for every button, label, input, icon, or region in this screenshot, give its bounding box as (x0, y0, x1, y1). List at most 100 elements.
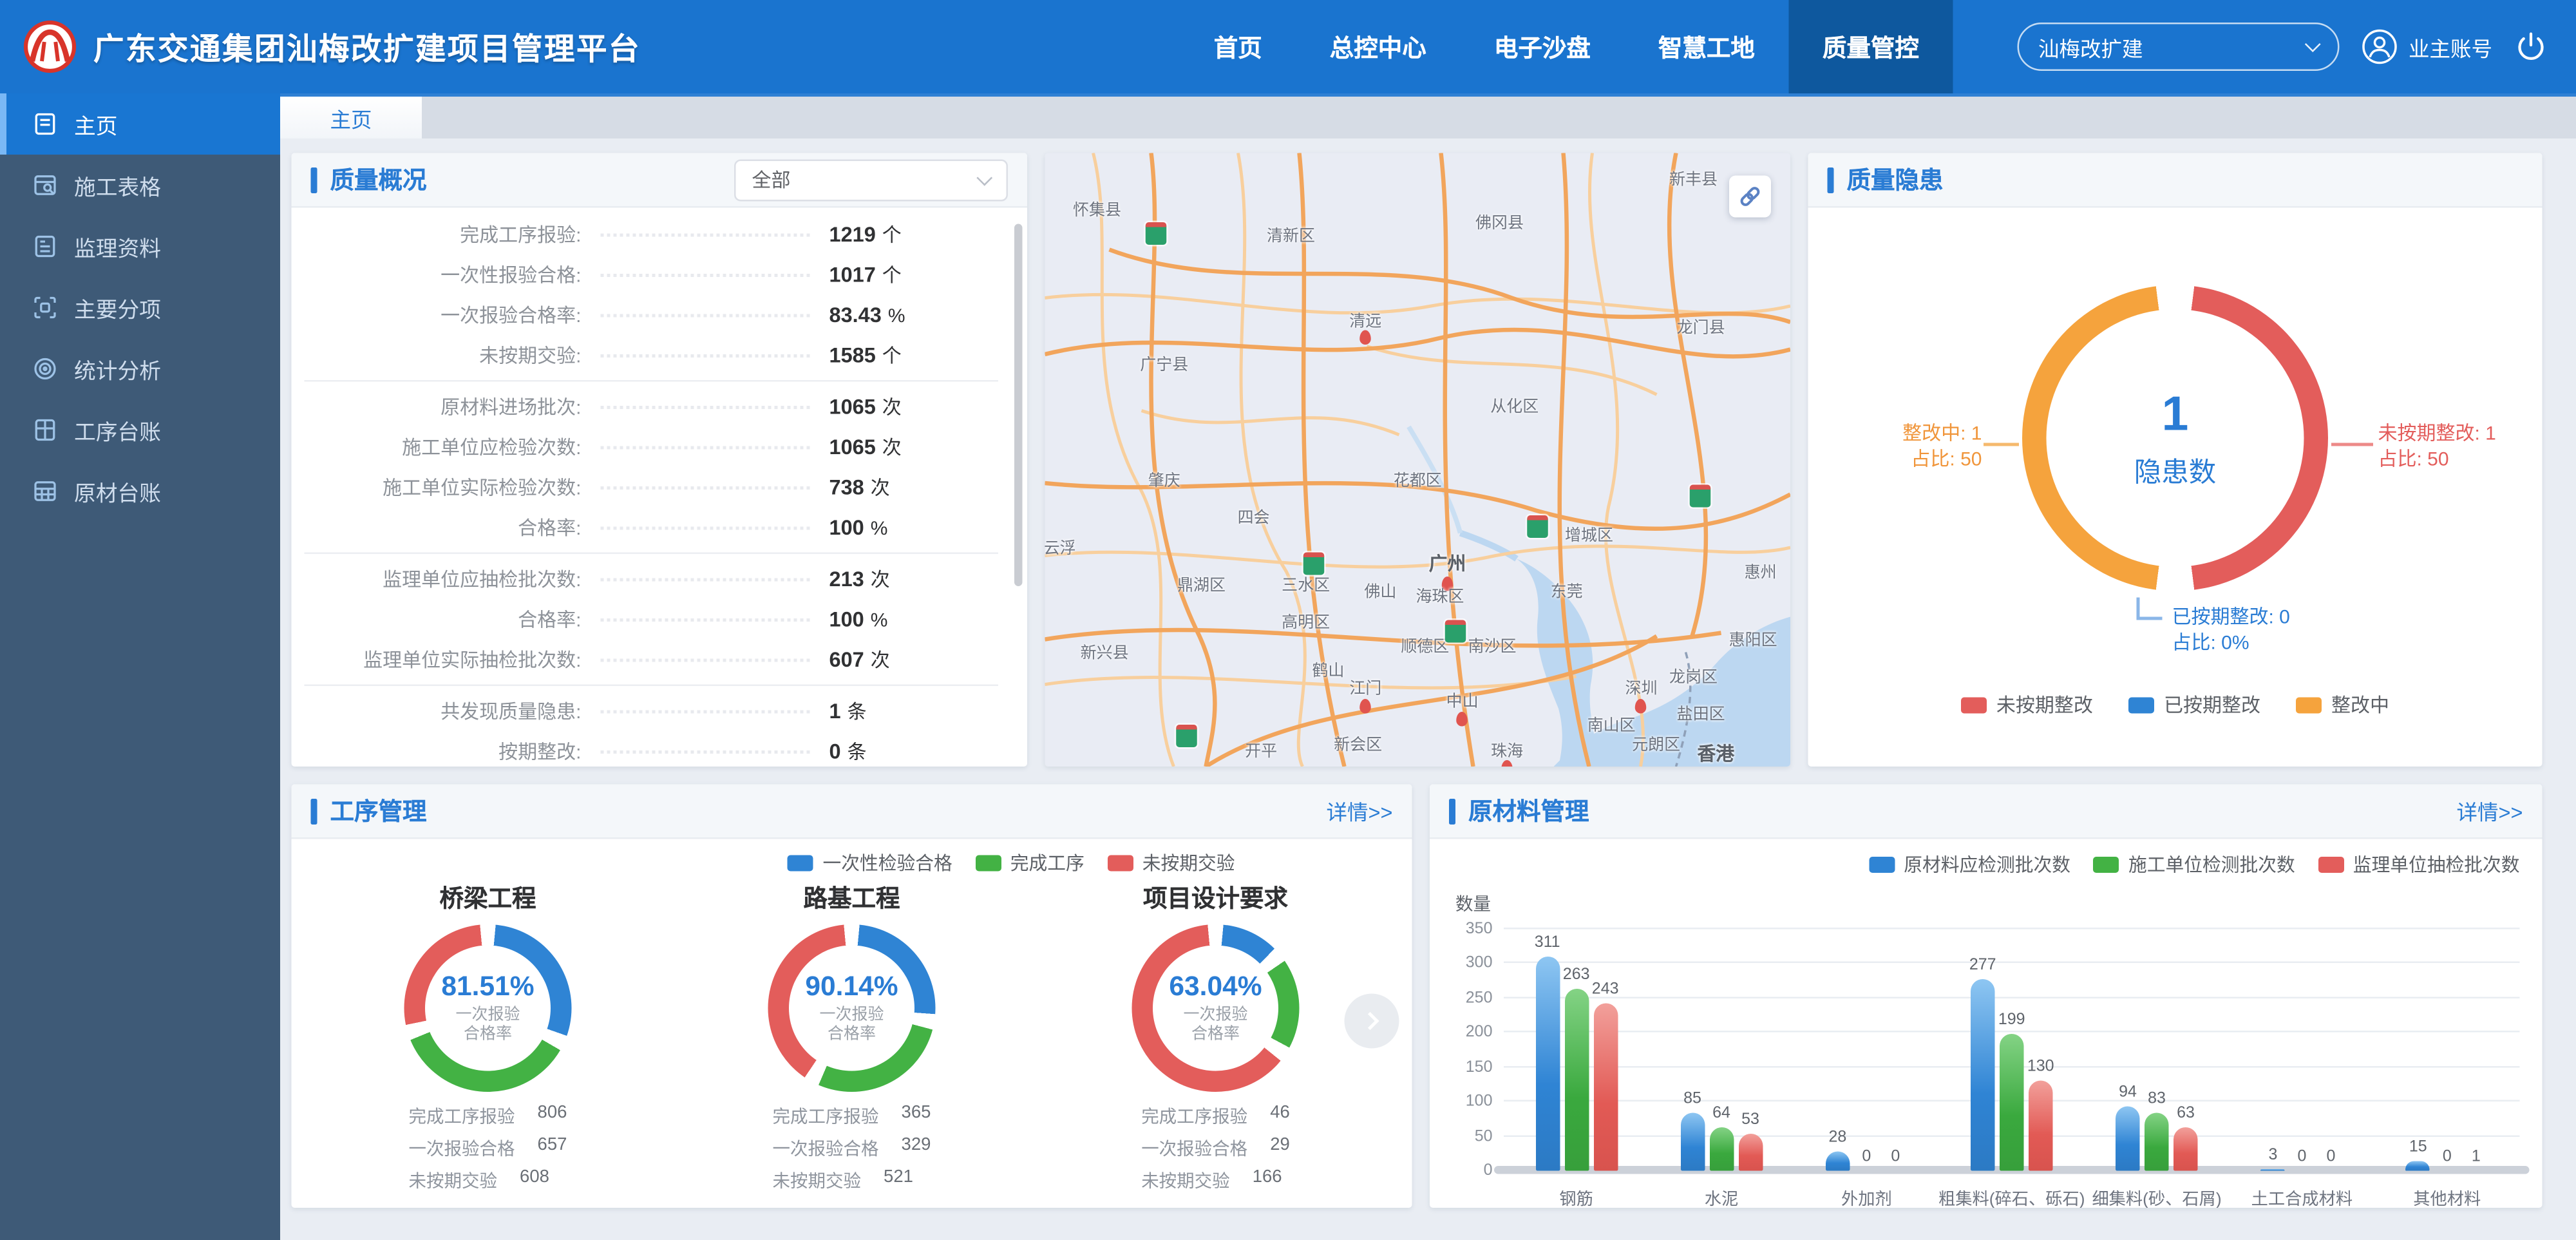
sidebar-item-label: 施工表格 (74, 169, 161, 202)
process-detail-link[interactable]: 详情>> (1327, 796, 1393, 826)
bar[interactable] (2406, 1160, 2430, 1170)
main-nav: 首页总控中心电子沙盘智慧工地质量管控 (1180, 0, 1953, 93)
nav-item-1[interactable]: 总控中心 (1296, 0, 1460, 93)
sidebar: 主页施工表格监理资料主要分项统计分析工序台账原材台账 (0, 93, 280, 1240)
chevron-down-icon (2305, 36, 2321, 52)
bar[interactable] (1680, 1112, 1705, 1170)
stat-label: 一次报验合格率: (305, 301, 582, 329)
map-place-label: 开平 (1245, 736, 1277, 761)
bar-slot: 199 (2000, 1033, 2024, 1170)
brand-logo-icon (23, 19, 77, 74)
tab-home[interactable]: 主页 (280, 97, 422, 138)
bar[interactable] (2000, 1033, 2024, 1170)
process-donut[interactable]: 63.04%一次报验 合格率 (1132, 924, 1300, 1092)
account[interactable]: 业主账号 (2362, 29, 2492, 64)
nav-item-0[interactable]: 首页 (1180, 0, 1296, 93)
bar-value-label: 130 (2027, 1058, 2054, 1076)
hazard-callout-overdue: 未按期整改: 1 占比: 50 (2378, 421, 2496, 472)
hazard-donut[interactable]: 1 隐患数 (2022, 285, 2328, 591)
materials-chart: 原材料应检测批次数施工单位检测批次数监理单位抽检批次数 数量 050100150… (1430, 839, 2543, 1208)
bar-slot: 53 (1738, 1134, 1763, 1171)
process-charts: 一次性检验合格完成工序未按期交验 桥梁工程81.51%一次报验 合格率完成工序报… (292, 839, 1412, 1208)
bar-slot: 263 (1564, 989, 1589, 1171)
legend-label: 施工单位检测批次数 (2128, 852, 2295, 878)
pass-rate-label: 一次报验 合格率 (1174, 1006, 1258, 1046)
stat-value: 329 (902, 1136, 931, 1161)
process-donut[interactable]: 90.14%一次报验 合格率 (768, 924, 936, 1092)
tab-strip: 主页 (280, 93, 2576, 138)
sidebar-item-2[interactable]: 监理资料 (0, 216, 280, 277)
bar[interactable] (1593, 1003, 1618, 1170)
sidebar-item-6[interactable]: 原材台账 (0, 461, 280, 522)
map-place-label: 佛冈县 (1475, 209, 1524, 233)
overview-scrollbar[interactable] (1014, 224, 1023, 587)
main-area: 主页 质量概况 全部 (280, 93, 2576, 1240)
sidebar-item-3[interactable]: 主要分项 (0, 277, 280, 338)
panel-accent-bar (1449, 798, 1455, 824)
stat-value: 100% (829, 607, 999, 632)
account-label: 业主账号 (2409, 32, 2492, 62)
bar[interactable] (2174, 1127, 2198, 1171)
legend-swatch (975, 855, 1001, 872)
bar-value-label: 263 (1563, 967, 1590, 985)
bar[interactable] (1709, 1127, 1734, 1171)
legend-item: 一次性检验合格 (788, 850, 952, 876)
bar[interactable] (2029, 1081, 2053, 1170)
hazard-count: 1 (2162, 387, 2189, 442)
stat-label: 合格率: (305, 606, 582, 633)
project-select[interactable]: 汕梅改扩建 (2017, 23, 2339, 71)
bar[interactable] (1738, 1134, 1763, 1171)
nav-item-3[interactable]: 智慧工地 (1624, 0, 1788, 93)
sidebar-item-5[interactable]: 工序台账 (0, 399, 280, 461)
legend-swatch (1107, 855, 1133, 872)
power-icon[interactable] (2515, 31, 2547, 63)
bar[interactable] (2145, 1114, 2169, 1171)
process-chart-title: 桥梁工程 (439, 881, 536, 915)
nav-item-2[interactable]: 电子沙盘 (1460, 0, 1624, 93)
bar[interactable] (2261, 1168, 2286, 1170)
sidebar-item-label: 监理资料 (74, 231, 161, 263)
stat-value: 806 (538, 1103, 567, 1129)
dashboard-content: 质量概况 全部 完成工序报验:1219个一次性报验合格:1017个一次报验合格率… (280, 138, 2576, 1240)
stat-value: 29 (1270, 1136, 1290, 1161)
map-place-label: 南沙区 (1468, 632, 1516, 656)
stat-value: 521 (884, 1168, 913, 1194)
map-place-label: 惠阳区 (1729, 625, 1777, 650)
carousel-next-button[interactable] (1345, 994, 1399, 1049)
map-marker-icon (1457, 711, 1468, 726)
overview-stat-row: 按期整改:0条 (305, 731, 999, 767)
hazard-count-label: 隐患数 (2134, 448, 2217, 489)
process-legend: 一次性检验合格完成工序未按期交验 (788, 850, 1235, 876)
bar[interactable] (1564, 989, 1589, 1171)
panel-raw-materials: 原材料管理 详情>> 原材料应检测批次数施工单位检测批次数监理单位抽检批次数 数… (1430, 785, 2543, 1208)
process-donut[interactable]: 81.51%一次报验 合格率 (404, 924, 572, 1092)
materials-detail-link[interactable]: 详情>> (2457, 796, 2523, 826)
legend-swatch (1868, 857, 1894, 873)
map-place-label: 从化区 (1490, 392, 1539, 417)
bar[interactable] (1826, 1152, 1850, 1171)
map-place-label: 顺德区 (1401, 632, 1449, 656)
stat-label: 未按期交验 (409, 1168, 498, 1194)
map[interactable]: 怀集县清新区佛冈县新丰县清远龙门县广宁县从化区肇庆花都区四会增城区广州惠州鼎湖区… (1045, 153, 1791, 767)
bar-slot: 277 (1971, 980, 1995, 1171)
overview-filter-select[interactable]: 全部 (734, 158, 1008, 200)
sidebar-item-1[interactable]: 施工表格 (0, 155, 280, 216)
map-place-label: 佛山 (1364, 577, 1396, 601)
map-expand-button[interactable] (1729, 176, 1771, 218)
sidebar-item-0[interactable]: 主页 (0, 93, 280, 155)
sidebar-item-icon (32, 295, 58, 321)
map-place-label: 惠州 (1745, 558, 1777, 582)
bar-slot: 3 (2261, 1168, 2286, 1170)
pass-rate-value: 90.14% (805, 970, 898, 1002)
map-marker-icon (1359, 331, 1371, 346)
hazard-legend: 未按期整改已按期整改整改中 (1808, 691, 2543, 719)
bar[interactable] (2116, 1106, 2140, 1171)
bar[interactable] (1971, 980, 1995, 1171)
sidebar-item-4[interactable]: 统计分析 (0, 338, 280, 399)
map-place-label: 花都区 (1394, 466, 1442, 491)
leader-line (601, 354, 810, 357)
bar[interactable] (1535, 956, 1560, 1170)
nav-item-4[interactable]: 质量管控 (1788, 0, 1953, 93)
overview-stats-list: 完成工序报验:1219个一次性报验合格:1017个一次报验合格率:83.43%未… (292, 208, 1028, 767)
sidebar-item-label: 主页 (74, 108, 118, 140)
